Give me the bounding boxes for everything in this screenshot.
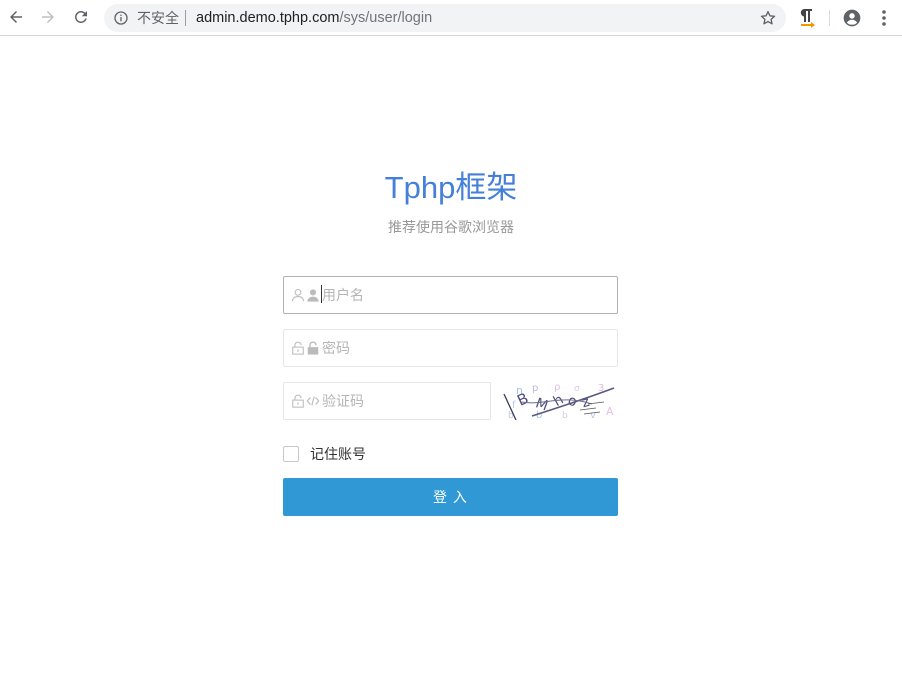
- svg-text:v: v: [590, 410, 596, 420]
- page-subtitle: 推荐使用谷歌浏览器: [388, 219, 514, 235]
- login-button[interactable]: 登 入: [283, 478, 618, 516]
- forward-button[interactable]: [38, 7, 58, 27]
- captcha-field[interactable]: [283, 382, 491, 420]
- svg-text:f: f: [512, 400, 516, 411]
- menu-icon[interactable]: [876, 8, 892, 28]
- svg-text:A: A: [606, 405, 614, 418]
- svg-text:b: b: [562, 411, 568, 420]
- reload-icon: [74, 10, 87, 23]
- code-icon: [306, 396, 320, 406]
- remember-account[interactable]: 记住账号: [283, 444, 366, 464]
- username-field[interactable]: [283, 276, 618, 314]
- remember-label: 记住账号: [310, 446, 366, 462]
- info-icon[interactable]: [113, 10, 129, 26]
- captcha-icons: [291, 394, 320, 410]
- lock-icon: [307, 341, 319, 355]
- back-arrow-icon: [10, 11, 22, 23]
- forward-arrow-icon: [42, 11, 54, 23]
- browser-toolbar: 不安全 admin.demo.tphp.com/sys/user/login: [0, 0, 902, 36]
- toolbar-separator: [829, 10, 830, 26]
- url-text[interactable]: admin.demo.tphp.com/sys/user/login: [196, 9, 432, 27]
- star-icon[interactable]: [759, 9, 777, 27]
- security-status[interactable]: 不安全: [137, 10, 179, 26]
- captcha-image[interactable]: n p ρ σ 3 f b v A b b B M h o z: [502, 382, 618, 420]
- password-input[interactable]: [322, 330, 609, 366]
- user-outline-icon: [291, 288, 305, 302]
- address-bar[interactable]: 不安全 admin.demo.tphp.com/sys/user/login: [104, 4, 786, 32]
- url-host: admin.demo.tphp.com: [196, 10, 340, 26]
- svg-text:σ: σ: [574, 384, 580, 394]
- user-icon: [307, 289, 319, 302]
- url-path: /sys/user/login: [339, 10, 433, 26]
- svg-text:p: p: [532, 383, 538, 394]
- remember-checkbox[interactable]: [283, 446, 299, 462]
- account-icon[interactable]: [842, 8, 862, 28]
- text-cursor: [321, 285, 322, 303]
- reload-button[interactable]: [71, 7, 91, 27]
- captcha-input[interactable]: [322, 383, 482, 419]
- lock-outline-icon: [292, 341, 304, 355]
- username-icons: [291, 288, 320, 304]
- extension-icon[interactable]: [798, 8, 816, 28]
- password-icons: [291, 341, 320, 357]
- username-input[interactable]: [322, 277, 609, 313]
- url-divider: [185, 10, 186, 26]
- back-button[interactable]: [6, 7, 26, 27]
- page-title: Tphp框架: [384, 170, 518, 205]
- lock-outline-icon: [292, 394, 304, 408]
- password-field[interactable]: [283, 329, 618, 367]
